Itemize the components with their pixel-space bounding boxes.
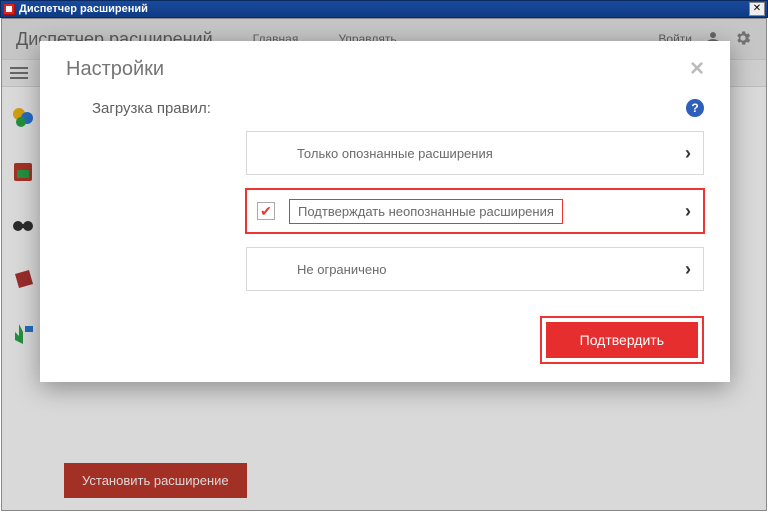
chevron-right-icon: › bbox=[685, 201, 691, 222]
confirm-highlight: Подтвердить bbox=[540, 316, 704, 364]
options-list: Только опознанные расширения › Подтвержд… bbox=[246, 131, 704, 291]
confirm-button[interactable]: Подтвердить bbox=[546, 322, 698, 358]
chevron-right-icon: › bbox=[685, 259, 691, 280]
help-icon[interactable]: ? bbox=[686, 99, 704, 117]
chevron-right-icon: › bbox=[685, 143, 691, 164]
section-label: Загрузка правил: bbox=[92, 100, 211, 117]
option-label: Не ограничено bbox=[297, 262, 387, 277]
option-confirm-unidentified[interactable]: Подтверждать неопознанные расширения › bbox=[246, 189, 704, 233]
modal-title: Настройки bbox=[66, 58, 164, 81]
app-logo-icon bbox=[3, 3, 15, 15]
window-title: Диспетчер расширений bbox=[19, 3, 148, 15]
checkmark-icon bbox=[257, 202, 275, 220]
app-frame: Диспетчер расширений Главная Управлять В… bbox=[1, 18, 767, 511]
option-label: Подтверждать неопознанные расширения bbox=[298, 204, 554, 219]
option-label: Только опознанные расширения bbox=[297, 146, 493, 161]
window-close-button[interactable]: ✕ bbox=[749, 2, 765, 16]
option-unrestricted[interactable]: Не ограничено › bbox=[246, 247, 704, 291]
settings-modal: Настройки × Загрузка правил: ? Только оп… bbox=[40, 41, 730, 382]
option-identified-only[interactable]: Только опознанные расширения › bbox=[246, 131, 704, 175]
modal-close-button[interactable]: × bbox=[690, 57, 704, 81]
window-titlebar: Диспетчер расширений ✕ bbox=[0, 0, 768, 18]
